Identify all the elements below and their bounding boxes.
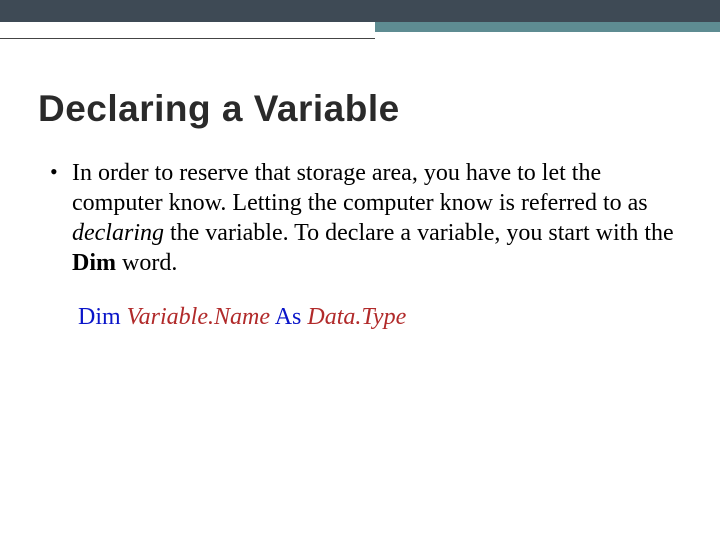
body-text-1: In order to reserve that storage area, y… (72, 160, 648, 216)
slide-title: Declaring a Variable (38, 88, 680, 130)
syntax-arg-datatype: Data.Type (307, 304, 406, 330)
body-bold-dim: Dim (72, 250, 116, 276)
divider-line (0, 38, 375, 39)
content-area: Declaring a Variable In order to reserve… (38, 88, 680, 331)
top-bar (0, 0, 720, 22)
body-text-3: word. (116, 250, 177, 276)
slide: Declaring a Variable In order to reserve… (0, 0, 720, 540)
syntax-line: Dim Variable.Name As Data.Type (78, 304, 680, 331)
bullet-list: In order to reserve that storage area, y… (38, 158, 680, 278)
syntax-arg-varname: Variable.Name (127, 304, 270, 330)
body-text-2: the variable. To declare a variable, you… (164, 220, 674, 246)
syntax-keyword-as: As (275, 304, 302, 330)
bullet-item: In order to reserve that storage area, y… (72, 158, 680, 278)
accent-bar (375, 22, 720, 32)
syntax-keyword-dim: Dim (78, 304, 121, 330)
body-italic-declaring: declaring (72, 220, 164, 246)
